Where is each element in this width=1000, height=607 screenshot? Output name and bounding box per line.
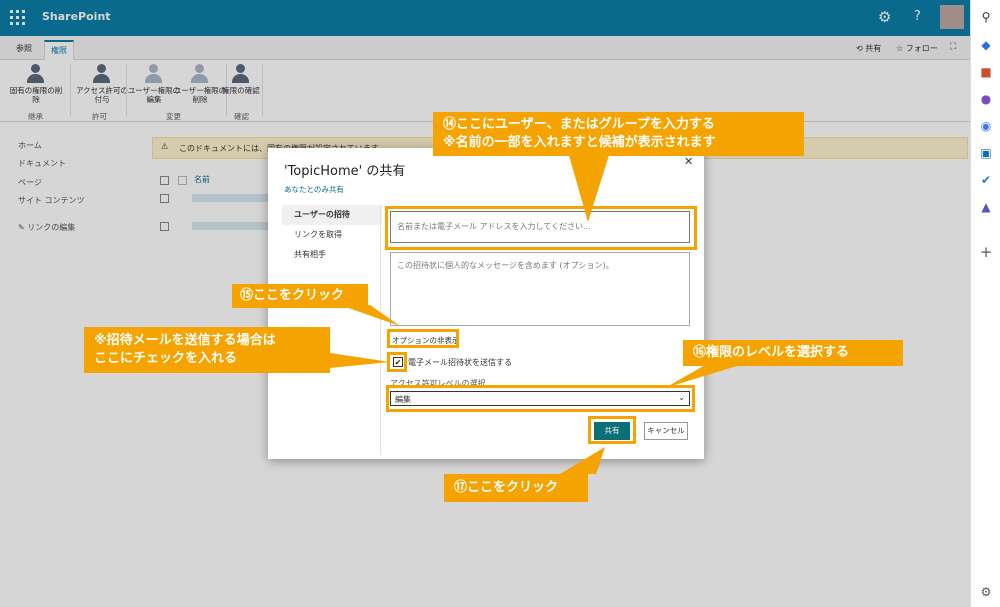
highlight-share-button [588,416,636,444]
callout-check-email-line1: ※招待メールを送信する場合は [94,333,276,348]
callout-check-email: ※招待メールを送信する場合は ここにチェックを入れる [84,327,330,373]
highlight-hide-options [387,329,459,348]
callout-check-email-line2: ここにチェックを入れる [94,351,238,366]
callout-click-share: ⑰ここをクリック [444,474,588,502]
callout-enter-users-line2: ※名前の一部を入れますと候補が表示されます [443,135,716,150]
callout-click-options: ⑮ここをクリック [232,284,368,308]
callout-enter-users: ⑭ここにユーザー、またはグループを入力する ※名前の一部を入れますと候補が表示さ… [433,112,804,156]
callout-enter-users-line1: ⑭ここにユーザー、またはグループを入力する [443,117,715,132]
highlight-email-checkbox [387,352,407,372]
callout-select-permission: ⑯権限のレベルを選択する [683,340,903,366]
highlight-permission-select [386,385,695,412]
highlight-people-picker [385,206,697,250]
annotation-pointers [330,152,740,474]
